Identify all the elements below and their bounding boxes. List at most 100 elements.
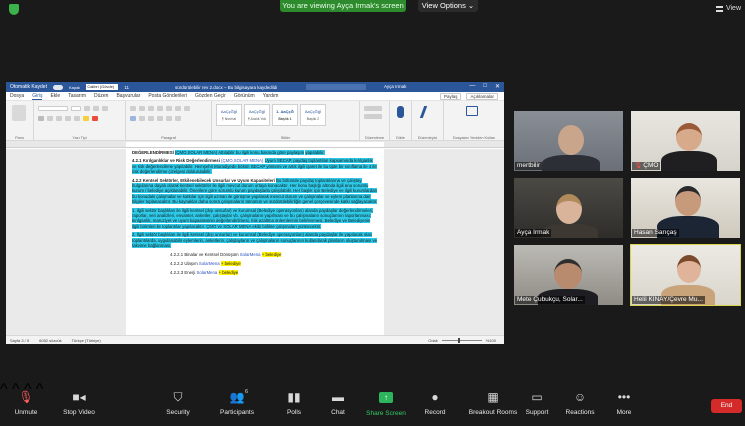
participant-4-face bbox=[675, 186, 701, 216]
comments-button[interactable]: Açıklamalar bbox=[466, 93, 498, 100]
audio-options-caret-icon[interactable]: ^ bbox=[0, 381, 8, 398]
reuse-files-icon[interactable] bbox=[466, 106, 478, 116]
doc-sub3-extra: + belediye bbox=[218, 270, 239, 276]
more-ellipsis-icon: ••• bbox=[617, 390, 631, 404]
word-user-name: Ayça Irmak bbox=[384, 84, 407, 89]
menu-duzen[interactable]: Düzen bbox=[94, 93, 108, 99]
style-heading-1-name: Başlık 1 bbox=[278, 117, 292, 121]
doc-paragraph-4: 2. İlgili sektör başlıkları ile ilgili k… bbox=[132, 232, 378, 249]
ribbon-label-reuse: Dosyaları Yeniden Kullan bbox=[452, 136, 496, 140]
document-page[interactable]: DEĞERLENDİRMESİ (ÇMO,SOLAR MENA) Attılab… bbox=[126, 149, 384, 335]
microphone-icon[interactable] bbox=[397, 106, 404, 118]
minimize-icon[interactable]: — bbox=[469, 83, 475, 90]
quick-font-name[interactable]: Calibri (Gövde) bbox=[86, 84, 119, 90]
word-status-bar: Sayfa 3 / 5 6052 sözcük Türkçe (Türkiye)… bbox=[6, 335, 504, 344]
editing-find-icon[interactable] bbox=[364, 106, 385, 112]
unmute-label: Unmute bbox=[14, 409, 38, 416]
doc-sub2-text: Ulaşım bbox=[184, 260, 198, 266]
view-button[interactable]: View bbox=[715, 5, 741, 12]
stop-video-button[interactable]: ■◂ Stop Video bbox=[58, 381, 100, 426]
more-label: More bbox=[616, 409, 632, 416]
menu-giris[interactable]: Giriş bbox=[32, 93, 43, 100]
editor-pen-icon[interactable] bbox=[419, 106, 437, 118]
menu-posta[interactable]: Posta Gönderileri bbox=[148, 93, 187, 99]
security-button[interactable]: ⛉ Security bbox=[160, 381, 196, 426]
word-menu-bar: Dosya Giriş Ekle Tasarım Düzen Başvurula… bbox=[6, 92, 504, 101]
unmute-button[interactable]: 🎙 Unmute bbox=[8, 381, 44, 426]
participant-tile-1[interactable]: mertbilir bbox=[513, 110, 624, 172]
style-no-spacing-name: ¶ Aralık Yok bbox=[247, 117, 267, 121]
ribbon-label-pano: Pano bbox=[15, 136, 24, 140]
doc-sub1-tag: SolarMena bbox=[239, 251, 261, 257]
participant-1-name: mertbilir bbox=[515, 162, 543, 170]
maximize-icon[interactable]: □ bbox=[483, 83, 487, 90]
support-monitor-icon: ▭ bbox=[531, 390, 543, 404]
style-heading-2[interactable]: AaÇçĞğİ Başlık 2 bbox=[300, 104, 326, 126]
style-no-spacing[interactable]: AaÇçĞğİ ¶ Aralık Yok bbox=[244, 104, 270, 126]
more-button[interactable]: ••• More bbox=[610, 381, 638, 426]
ribbon-group-styles: AaÇçĞğİ ¶ Normal AaÇçĞğİ ¶ Aralık Yok 1. A… bbox=[212, 101, 360, 141]
menu-basvurular[interactable]: Başvurular bbox=[116, 93, 140, 99]
close-icon[interactable]: ✕ bbox=[495, 83, 500, 90]
menu-ekle[interactable]: Ekle bbox=[50, 93, 60, 99]
participant-5-face bbox=[554, 259, 582, 289]
document-title: sürdürülebilir rev 2.docx – Bu bilgisaya… bbox=[174, 84, 278, 90]
doc-sub3-tag: SolarMena bbox=[196, 270, 218, 276]
zoom-slider[interactable] bbox=[441, 338, 482, 343]
status-language[interactable]: Türkçe (Türkiye) bbox=[72, 338, 101, 343]
style-heading-1[interactable]: 1. AaÇçĞ Başlık 1 bbox=[272, 104, 298, 126]
menu-yardim[interactable]: Yardım bbox=[263, 93, 279, 99]
doc-sub3-num: 4.2.2.3 bbox=[170, 270, 184, 276]
status-page[interactable]: Sayfa 3 / 5 bbox=[10, 338, 29, 343]
participant-2-name-tag: 🎙ÇMO bbox=[632, 162, 661, 170]
participants-icon: 👥 bbox=[229, 390, 245, 404]
security-shield-icon[interactable] bbox=[9, 4, 19, 15]
chat-button[interactable]: ▬ Chat bbox=[324, 381, 352, 426]
record-button[interactable]: ● Record bbox=[418, 381, 452, 426]
paste-icon[interactable] bbox=[12, 105, 26, 121]
ribbon-group-font: Yazı Tipi bbox=[34, 101, 126, 141]
autosave-toggle[interactable] bbox=[52, 84, 63, 90]
quick-font-size[interactable]: 11 bbox=[124, 85, 129, 90]
participant-tile-2[interactable]: 🎙ÇMO bbox=[630, 110, 741, 172]
view-options-button[interactable]: View Options ⌄ bbox=[418, 0, 478, 12]
style-normal[interactable]: AaÇçĞğİ ¶ Normal bbox=[216, 104, 242, 126]
share-screen-button[interactable]: ↑ Share Screen bbox=[364, 381, 408, 426]
focus-mode-button[interactable]: Odak bbox=[428, 338, 438, 343]
security-shield-toolbar-icon: ⛉ bbox=[173, 390, 183, 404]
participant-tile-3[interactable]: Ayça Irmak bbox=[513, 177, 624, 239]
ribbon-group-editing: Düzenleme bbox=[360, 101, 390, 141]
share-comments-group: Paylaş Açıklamalar bbox=[439, 93, 498, 100]
reactions-button[interactable]: ☺ Reactions bbox=[562, 381, 598, 426]
polls-button[interactable]: ▮▮ Polls bbox=[280, 381, 308, 426]
participant-tile-6-active-speaker[interactable]: Helil KINAY/Çevre Mu... bbox=[630, 244, 741, 306]
participant-3-face bbox=[556, 194, 582, 224]
participant-tile-5[interactable]: Mete Çubukçu, Solar... bbox=[513, 244, 624, 306]
share-button[interactable]: Paylaş bbox=[439, 93, 462, 100]
support-label: Support bbox=[525, 409, 549, 416]
menu-dosya[interactable]: Dosya bbox=[10, 93, 24, 99]
ribbon-group-editor: Düzenleyici bbox=[412, 101, 444, 141]
participants-label: Participants bbox=[220, 409, 254, 416]
status-words[interactable]: 6052 sözcük bbox=[39, 338, 61, 343]
ribbon-group-pano: Pano bbox=[6, 101, 34, 141]
style-heading-1-sample: 1. AaÇçĞ bbox=[276, 109, 294, 114]
menu-gozden-gecir[interactable]: Gözden Geçir bbox=[195, 93, 226, 99]
participant-tile-4[interactable]: Hasan Sarıçaş bbox=[630, 177, 741, 239]
participants-button[interactable]: 👥 Participants bbox=[216, 381, 258, 426]
share-screen-label: Share Screen bbox=[366, 410, 406, 417]
end-meeting-button[interactable]: End bbox=[711, 399, 742, 413]
breakout-rooms-button[interactable]: ▦ Breakout Rooms bbox=[460, 381, 526, 426]
word-search-box[interactable] bbox=[306, 84, 366, 90]
zoom-level[interactable]: %100 bbox=[486, 338, 496, 343]
window-controls: — □ ✕ bbox=[469, 83, 500, 90]
menu-gorunum[interactable]: Görünüm bbox=[234, 93, 255, 99]
microphone-muted-icon: 🎙 bbox=[18, 390, 34, 404]
shared-screen-word-window: Otomatik Kaydet Kapalı Calibri (Gövde) 1… bbox=[6, 82, 504, 344]
support-button[interactable]: ▭ Support bbox=[520, 381, 554, 426]
participant-6-face bbox=[677, 255, 701, 283]
menu-tasarim[interactable]: Tasarım bbox=[68, 93, 86, 99]
autosave-state: Kapalı bbox=[68, 84, 81, 90]
editing-replace-icon[interactable] bbox=[364, 114, 385, 120]
doc-p4: 2. İlgili sektör başlıkları ile ilgili k… bbox=[132, 232, 378, 249]
